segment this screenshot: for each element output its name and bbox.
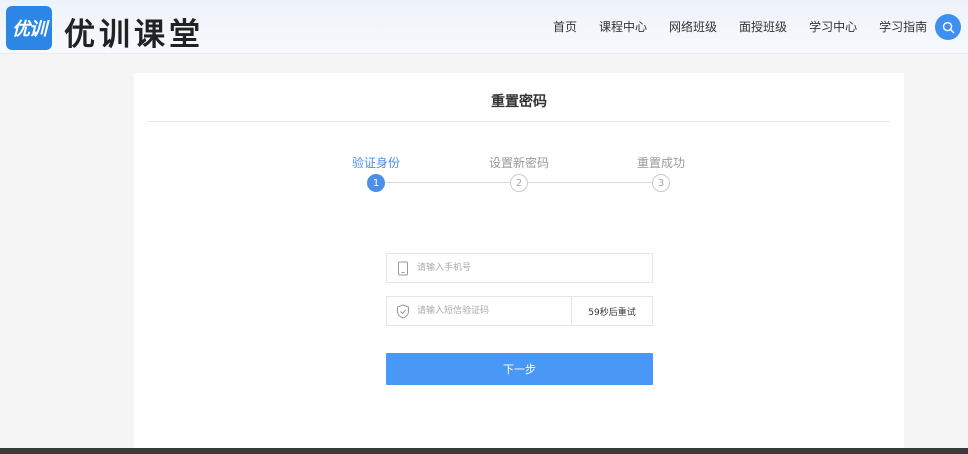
- title-divider: [148, 121, 890, 122]
- top-header: 优训 优训课堂 首页 课程中心 网络班级 面授班级 学习中心 学习指南: [0, 0, 968, 54]
- phone-field[interactable]: [386, 253, 653, 283]
- nav-item-guide[interactable]: 学习指南: [879, 18, 927, 35]
- logo-badge[interactable]: 优训: [6, 6, 52, 50]
- resend-code-button[interactable]: 59秒后重试: [571, 297, 652, 325]
- step-2-indicator: 2: [510, 174, 528, 192]
- nav-item-learning-center[interactable]: 学习中心: [809, 18, 857, 35]
- logo-text[interactable]: 优训课堂: [64, 9, 204, 54]
- phone-icon: [398, 261, 408, 276]
- search-button[interactable]: [935, 14, 961, 40]
- step-connector-2: [528, 182, 652, 183]
- step-1-label: 验证身份: [351, 156, 401, 170]
- step-3-label: 重置成功: [636, 156, 686, 170]
- sms-code-field[interactable]: 59秒后重试: [386, 296, 653, 326]
- shield-check-icon: [397, 304, 409, 319]
- next-step-button[interactable]: 下一步: [386, 353, 653, 385]
- phone-input[interactable]: [417, 254, 537, 282]
- main-nav: 首页 课程中心 网络班级 面授班级 学习中心 学习指南: [553, 18, 949, 35]
- nav-item-offline-classes[interactable]: 面授班级: [739, 18, 787, 35]
- reset-password-card: 重置密码 验证身份 设置新密码 重置成功 1 2 3 59秒后重试 下一步: [134, 73, 904, 454]
- nav-item-courses[interactable]: 课程中心: [599, 18, 647, 35]
- nav-item-home[interactable]: 首页: [553, 18, 577, 35]
- nav-item-online-classes[interactable]: 网络班级: [669, 18, 717, 35]
- page-title: 重置密码: [491, 94, 547, 110]
- step-2-label: 设置新密码: [488, 156, 550, 170]
- step-3-indicator: 3: [652, 174, 670, 192]
- search-icon: [942, 21, 954, 33]
- sms-code-input[interactable]: [417, 297, 567, 325]
- footer-bar: [0, 448, 968, 454]
- step-connector-1: [385, 182, 510, 183]
- step-1-indicator: 1: [367, 174, 385, 192]
